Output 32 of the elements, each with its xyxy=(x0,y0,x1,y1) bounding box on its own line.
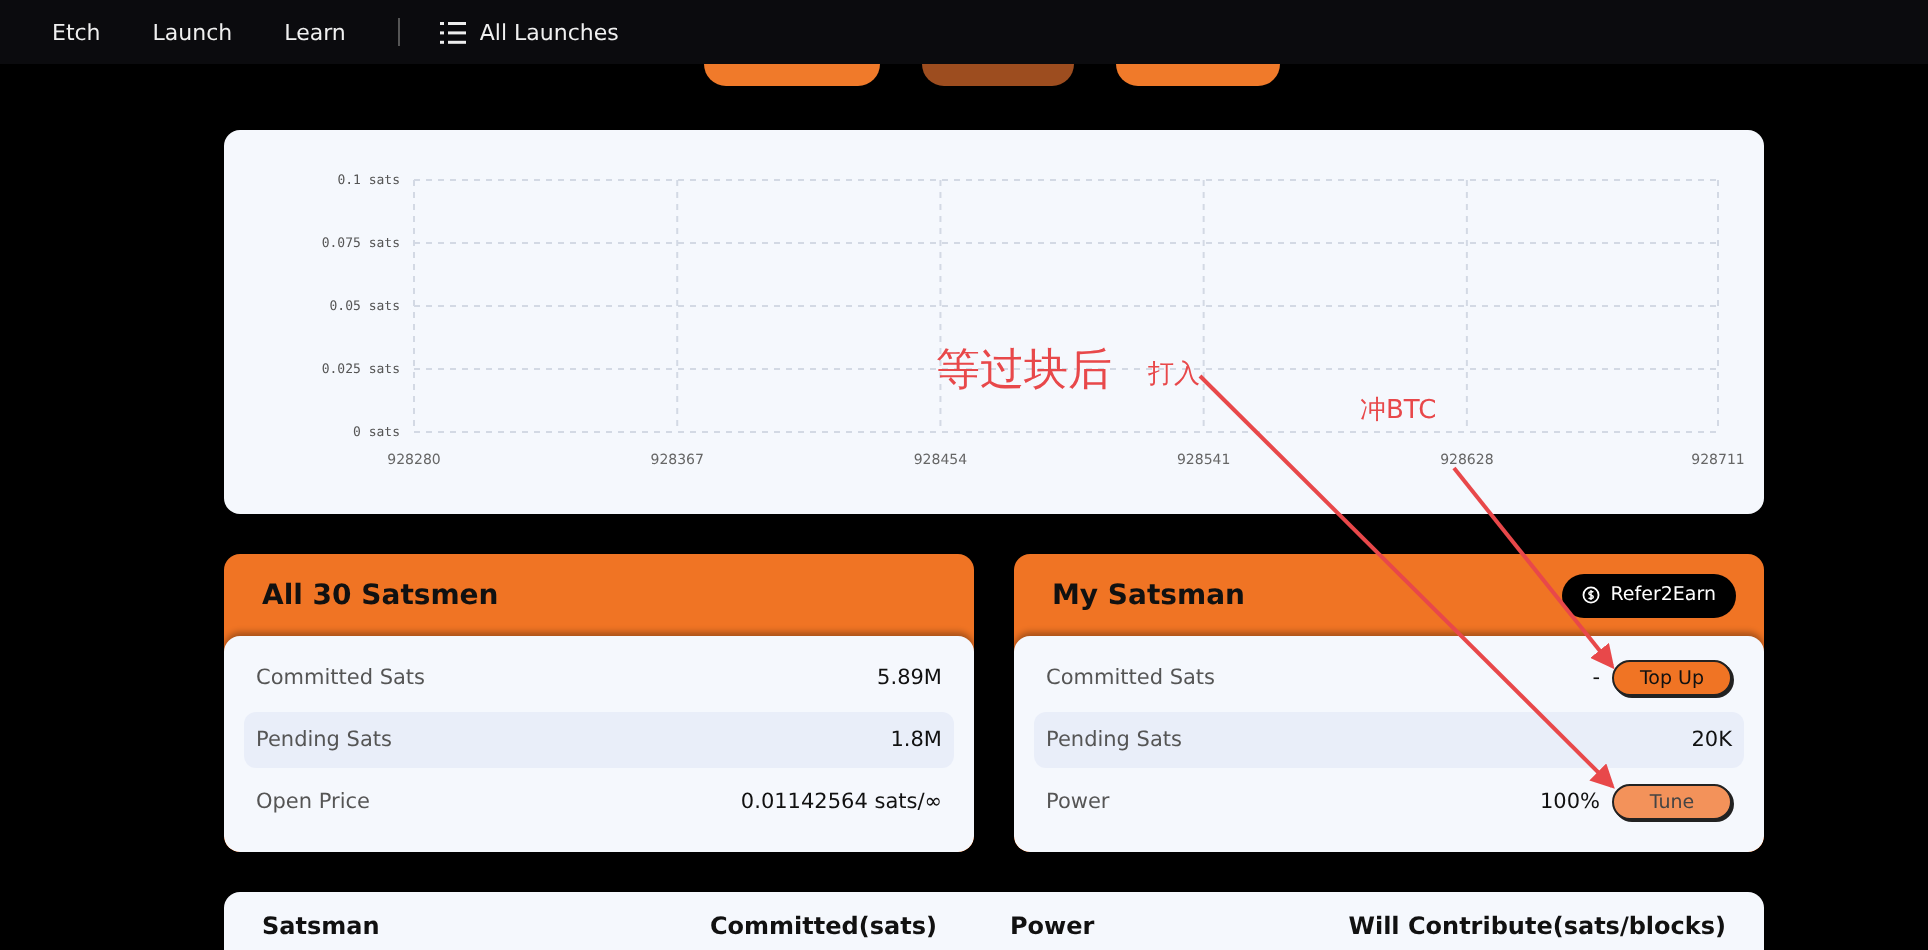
annotation-text: 等过块后 xyxy=(936,344,1112,400)
card-title: All 30 Satsmen xyxy=(262,579,499,611)
column-header: Committed(sats) xyxy=(710,912,939,940)
row-label: Pending Sats xyxy=(256,728,392,752)
column-header: Satsman xyxy=(262,912,382,940)
nav-link[interactable]: Learn xyxy=(284,19,346,45)
row-label: Open Price xyxy=(256,790,370,814)
row-value: 0.01142564 sats/∞ xyxy=(740,790,942,814)
column-header: Power xyxy=(1010,912,1097,940)
row-label: Committed Sats xyxy=(1046,666,1216,690)
nav-link[interactable]: Launch xyxy=(152,19,233,45)
row-value: 5.89M xyxy=(877,666,942,690)
annotation-text: 打入 xyxy=(1148,358,1200,392)
annotation-text: 冲BTC xyxy=(1360,394,1437,428)
top-up-button[interactable]: Top Up xyxy=(1612,660,1732,696)
row-value: 1.8M xyxy=(890,728,942,752)
row-value: 100% xyxy=(1539,790,1600,814)
nav-menu-link[interactable]: All Launches xyxy=(439,19,619,45)
row-label: Power xyxy=(1046,790,1110,814)
tune-button[interactable]: Tune xyxy=(1612,784,1732,820)
card-title: My Satsman xyxy=(1052,579,1245,611)
row-value: 20K xyxy=(1691,728,1732,752)
action-button[interactable] xyxy=(704,64,880,86)
row-label: Pending Sats xyxy=(1046,728,1182,752)
list-icon xyxy=(439,21,466,43)
action-button[interactable] xyxy=(1116,64,1280,86)
coin-icon xyxy=(1582,586,1601,604)
row-value: - xyxy=(1592,666,1600,690)
column-header: Will Contribute(sats/blocks) xyxy=(1348,912,1726,940)
refer-button[interactable]: Refer2Earn xyxy=(1562,573,1736,617)
nav-link[interactable]: Etch xyxy=(52,19,101,45)
row-label: Committed Sats xyxy=(256,666,426,690)
